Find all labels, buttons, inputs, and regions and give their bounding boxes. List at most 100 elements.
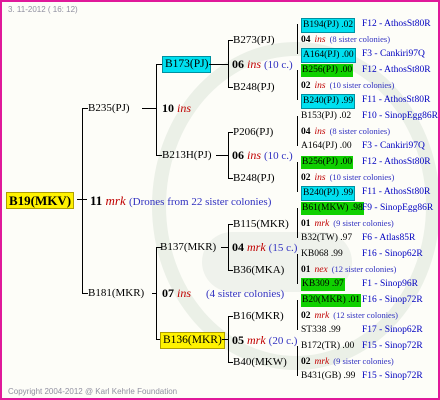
b173-summary: 06 ins (10 c.) bbox=[232, 58, 293, 72]
gp-queen-bottom[interactable]: B240(PJ) .99 bbox=[301, 94, 356, 109]
queen-p206[interactable]: P206(PJ) bbox=[233, 126, 273, 139]
queen-b213h[interactable]: B213H(PJ) bbox=[162, 149, 212, 162]
dam-summary: 07 ins (4 sister colonies) bbox=[162, 287, 284, 301]
b173-note: (10 c.) bbox=[264, 59, 293, 71]
connector bbox=[216, 155, 228, 156]
sire-num: 10 bbox=[162, 101, 174, 115]
timestamp: 3. 11-2012 ( 16: 12) bbox=[8, 5, 78, 14]
queen-b115[interactable]: B115(MKR) bbox=[233, 218, 289, 231]
root-queen[interactable]: B19(MKV) bbox=[6, 192, 75, 209]
queen-b248-a[interactable]: B248(PJ) bbox=[233, 81, 275, 94]
root-num: 11 bbox=[90, 193, 103, 208]
gp-num: 01 bbox=[301, 265, 311, 275]
b173-num: 06 bbox=[232, 57, 244, 71]
gp-queen-top[interactable]: B172(TR) .00 bbox=[301, 340, 354, 353]
gp-queen-top[interactable]: B61(MKW) .98 bbox=[301, 202, 364, 215]
connector bbox=[221, 247, 228, 248]
queen-b136[interactable]: B136(MKR) bbox=[160, 332, 225, 349]
gp-line-bottom: F15 - Sinop72R bbox=[362, 371, 423, 381]
root-summary: 11 mrk (Drones from 22 sister colonies) bbox=[90, 194, 271, 209]
dam-num: 07 bbox=[162, 286, 174, 300]
gp-line-bottom: F3 - Cankiri97Q bbox=[362, 49, 425, 59]
connector bbox=[297, 116, 298, 146]
gp-note: (12 sister colonies) bbox=[333, 310, 398, 320]
gp-num: 01 bbox=[301, 219, 311, 229]
gp-mating-summary: 01 mrk (9 sister colonies) bbox=[301, 217, 394, 231]
connector bbox=[297, 70, 298, 100]
dam-type: ins bbox=[177, 286, 192, 300]
queen-b16[interactable]: B16(MKR) bbox=[233, 310, 284, 323]
b137-note: (15 c.) bbox=[268, 242, 298, 254]
gp-queen-top[interactable]: B256(PJ) .00 bbox=[301, 64, 354, 77]
b136-num: 05 bbox=[232, 333, 244, 347]
gp-queen-bottom[interactable]: A164(PJ) .00 bbox=[301, 48, 356, 63]
b137-num: 04 bbox=[232, 240, 244, 254]
connector bbox=[82, 108, 83, 294]
queen-b273[interactable]: B273(PJ) bbox=[233, 34, 275, 47]
gp-type: mrk bbox=[314, 219, 330, 229]
connector bbox=[297, 300, 298, 330]
gp-type: mrk bbox=[314, 311, 330, 321]
gp-num: 02 bbox=[301, 81, 311, 91]
gp-line-bottom: F11 - AthosSt80R bbox=[362, 187, 431, 197]
gp-queen-top[interactable]: B256(PJ) .00 bbox=[301, 156, 354, 169]
gp-queen-bottom[interactable]: B240(PJ) .99 bbox=[301, 186, 356, 201]
b213h-type: ins bbox=[247, 148, 262, 162]
gp-note: (9 sister colonies) bbox=[333, 356, 394, 366]
gp-type: ins bbox=[314, 127, 326, 137]
gp-line-bottom: F11 - AthosSt80R bbox=[362, 95, 431, 105]
gp-mating-summary: 01 nex (12 sister colonies) bbox=[301, 263, 396, 277]
gp-queen-top[interactable]: KB068 .99 bbox=[301, 248, 343, 261]
gp-queen-bottom[interactable]: ST338 .99 bbox=[301, 324, 341, 337]
gp-mating-summary: 04 ins (8 sister colonies) bbox=[301, 33, 390, 47]
queen-b173[interactable]: B173(PJ) bbox=[162, 56, 212, 73]
connector bbox=[156, 64, 157, 156]
gp-mating-summary: 04 ins (8 sister colonies) bbox=[301, 125, 390, 139]
gp-num: 02 bbox=[301, 173, 311, 183]
b213h-num: 06 bbox=[232, 148, 244, 162]
queen-b137[interactable]: B137(MKR) bbox=[160, 241, 216, 254]
queen-b36[interactable]: B36(MKA) bbox=[233, 264, 284, 277]
gp-queen-top[interactable]: B153(PJ) .02 bbox=[301, 110, 351, 123]
gp-line-top: F12 - AthosSt80R bbox=[362, 65, 431, 75]
gp-mating-summary: 02 mrk (9 sister colonies) bbox=[301, 355, 394, 369]
gp-line-top: F16 - Sinop62R bbox=[362, 249, 423, 259]
gp-line-top: F10 - SinopEgg86R bbox=[362, 111, 439, 121]
gp-queen-bottom[interactable]: A164(PJ) .00 bbox=[301, 140, 352, 153]
gp-queen-bottom[interactable]: B32(TW) .97 bbox=[301, 232, 352, 245]
sire-summary: 10 ins bbox=[162, 102, 191, 115]
connector bbox=[228, 132, 229, 179]
sire-queen[interactable]: B235(PJ) bbox=[88, 102, 130, 115]
connector bbox=[142, 108, 156, 109]
pedigree-frame: 3. 11-2012 ( 16: 12) B19(MKV) 11 mrk (Dr… bbox=[0, 0, 440, 400]
gp-type: ins bbox=[314, 173, 326, 183]
gp-queen-top[interactable]: B194(PJ) .02 bbox=[301, 18, 356, 33]
gp-mating-summary: 02 ins (10 sister colonies) bbox=[301, 79, 394, 93]
gp-note: (9 sister colonies) bbox=[333, 218, 394, 228]
gp-queen-bottom[interactable]: KB309 .97 bbox=[301, 278, 345, 291]
gp-note: (8 sister colonies) bbox=[329, 34, 391, 44]
b136-note: (20 c.) bbox=[268, 335, 298, 347]
root-note: (Drones from 22 sister colonies) bbox=[129, 196, 272, 208]
gp-note: (12 sister colonies) bbox=[331, 264, 397, 274]
gp-line-top: F16 - Sinop72R bbox=[362, 295, 423, 305]
connector bbox=[297, 162, 298, 192]
gp-num: 02 bbox=[301, 357, 311, 367]
gp-queen-top[interactable]: B20(MKR) .01 bbox=[301, 294, 362, 307]
queen-b248-b[interactable]: B248(PJ) bbox=[233, 172, 275, 185]
gp-line-top: F9 - SinopEgg86R bbox=[362, 203, 434, 213]
dam-queen[interactable]: B181(MKR) bbox=[88, 287, 144, 300]
gp-type: ins bbox=[314, 35, 326, 45]
gp-note: (10 sister colonies) bbox=[329, 80, 395, 90]
connector bbox=[297, 254, 298, 284]
gp-num: 02 bbox=[301, 311, 311, 321]
gp-line-bottom: F1 - Sinop96R bbox=[362, 279, 418, 289]
queen-b40[interactable]: B40(MKW) bbox=[233, 356, 287, 369]
b136-summary: 05 mrk (20 c.) bbox=[232, 334, 297, 348]
connector bbox=[297, 24, 298, 54]
connector bbox=[209, 64, 228, 65]
gp-line-top: F12 - AthosSt80R bbox=[362, 157, 431, 167]
gp-queen-bottom[interactable]: B431(GB) .99 bbox=[301, 370, 355, 383]
gp-type: mrk bbox=[314, 357, 330, 367]
connector bbox=[228, 316, 229, 363]
